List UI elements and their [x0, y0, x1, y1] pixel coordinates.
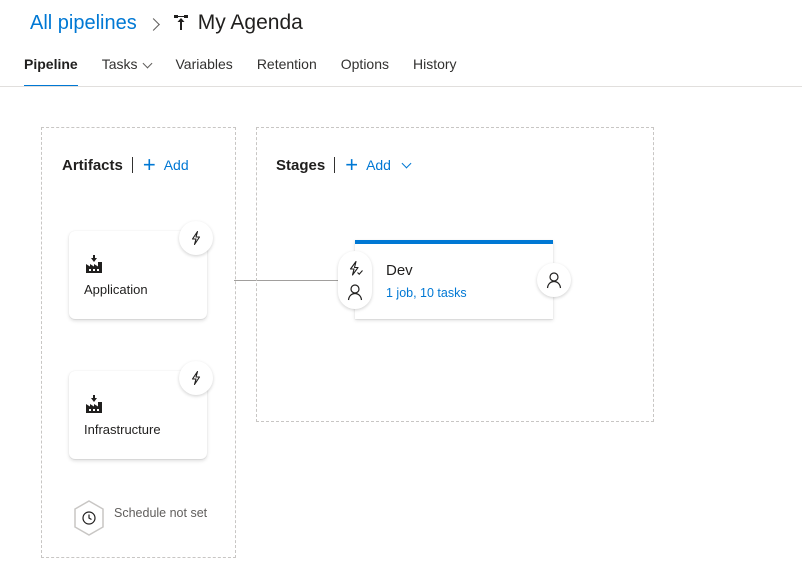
- tab-tasks[interactable]: Tasks: [101, 56, 153, 87]
- add-label: Add: [163, 157, 189, 173]
- header-divider: [0, 86, 802, 87]
- schedule-label[interactable]: Schedule not set: [114, 506, 214, 520]
- person-icon: [546, 272, 562, 289]
- trigger-lightning-icon: [349, 260, 363, 276]
- build-artifact-icon: [86, 395, 102, 413]
- tab-retention[interactable]: Retention: [257, 56, 317, 87]
- post-deployment-approvals-button[interactable]: [537, 263, 571, 297]
- tab-options[interactable]: Options: [341, 56, 389, 87]
- lightning-icon: [191, 370, 201, 386]
- stage-tasks-link[interactable]: 1 job, 10 tasks: [386, 286, 467, 300]
- schedule-button[interactable]: [72, 499, 106, 537]
- add-label: Add: [366, 157, 391, 173]
- page-title: My Agenda: [197, 11, 303, 34]
- artifact-label: Application: [84, 282, 148, 297]
- tab-bar: Pipeline Tasks Variables Retention Optio…: [24, 56, 481, 88]
- pre-deployment-conditions-button[interactable]: [338, 251, 372, 309]
- add-stage-button[interactable]: + Add: [345, 152, 412, 177]
- chevron-down-icon: [401, 158, 412, 168]
- lightning-icon: [191, 230, 201, 246]
- tab-variables[interactable]: Variables: [175, 56, 232, 87]
- plus-icon: +: [345, 152, 359, 177]
- artifacts-title: Artifacts: [62, 156, 123, 174]
- plus-icon: +: [142, 152, 156, 177]
- chevron-down-icon: [143, 58, 153, 69]
- build-artifact-icon: [86, 255, 102, 273]
- release-pipeline-icon: [173, 15, 188, 30]
- add-artifact-button[interactable]: + Add: [143, 154, 189, 176]
- chevron-right-icon: [146, 17, 160, 31]
- artifact-trigger-button[interactable]: [179, 361, 213, 395]
- tab-label: History: [413, 56, 457, 72]
- tab-label: Pipeline: [24, 56, 78, 72]
- tab-label: Tasks: [101, 56, 138, 72]
- all-pipelines-link[interactable]: All pipelines: [30, 12, 137, 35]
- divider: [131, 157, 133, 173]
- stage-name: Dev: [386, 262, 413, 279]
- stage-card-dev[interactable]: [355, 240, 553, 319]
- artifact-trigger-button[interactable]: [179, 221, 213, 255]
- tab-pipeline[interactable]: Pipeline: [24, 56, 78, 87]
- artifact-label: Infrastructure: [84, 422, 161, 437]
- tab-label: Options: [340, 56, 389, 72]
- stages-header: Stages + Add: [276, 152, 412, 177]
- tab-label: Retention: [256, 56, 317, 72]
- breadcrumb: All pipelines My Agenda: [30, 9, 303, 37]
- divider: [334, 157, 336, 173]
- artifacts-panel: [41, 127, 236, 558]
- tab-label: Variables: [175, 56, 233, 72]
- stages-title: Stages: [276, 156, 326, 174]
- tab-history[interactable]: History: [413, 56, 457, 87]
- artifacts-header: Artifacts + Add: [62, 154, 189, 176]
- person-icon: [347, 284, 363, 301]
